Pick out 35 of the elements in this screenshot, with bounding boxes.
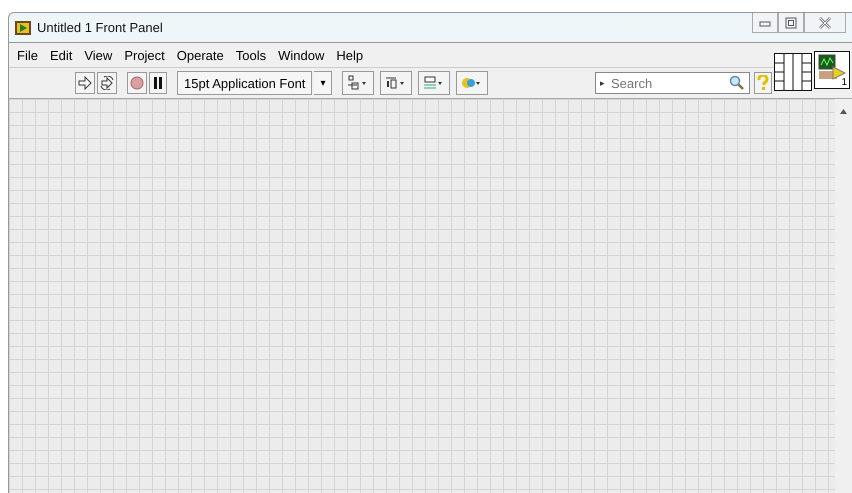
maximize-icon (785, 16, 797, 28)
maximize-button[interactable] (778, 13, 804, 33)
abort-icon[interactable] (127, 72, 147, 94)
search-icon (729, 75, 745, 91)
vi-number: 1 (841, 77, 847, 88)
close-button[interactable] (804, 13, 846, 33)
scroll-up-arrow-icon[interactable] (840, 109, 847, 114)
search-box[interactable]: ▸ Search (595, 72, 750, 94)
search-arrow-icon: ▸ (600, 78, 605, 88)
menu-item[interactable]: Tools (236, 48, 266, 62)
menu-item[interactable]: Window (278, 48, 324, 62)
help-icon[interactable] (754, 72, 772, 94)
vertical-scrollbar[interactable] (835, 99, 852, 493)
menu-item[interactable]: File (17, 48, 38, 62)
menu-item[interactable]: Project (124, 48, 165, 62)
minimize-button[interactable] (752, 13, 778, 33)
vi-icon[interactable]: 1 (814, 51, 850, 89)
distribute-objects-icon[interactable] (380, 71, 412, 95)
menu-item[interactable]: View (84, 48, 112, 62)
close-icon (819, 16, 831, 28)
connector-pane-icon[interactable] (774, 53, 812, 91)
font-dropdown[interactable]: 15pt Application Font (177, 71, 312, 95)
reorder-icon[interactable] (456, 71, 488, 95)
menu-item[interactable]: Edit (50, 48, 72, 62)
minimize-icon (759, 18, 771, 26)
run-continuously-icon[interactable] (97, 72, 117, 94)
app-icon (15, 20, 31, 34)
menu-item[interactable]: Operate (176, 48, 224, 62)
window-title: Untitled 1 Front Panel (37, 20, 163, 35)
resize-objects-icon[interactable] (418, 71, 450, 95)
align-objects-icon[interactable] (342, 71, 374, 95)
font-dropdown-caret[interactable]: ▾ (314, 71, 332, 95)
search-input[interactable]: Search (609, 74, 725, 92)
menu-item[interactable]: Help (336, 48, 364, 62)
pause-icon[interactable] (149, 72, 167, 94)
